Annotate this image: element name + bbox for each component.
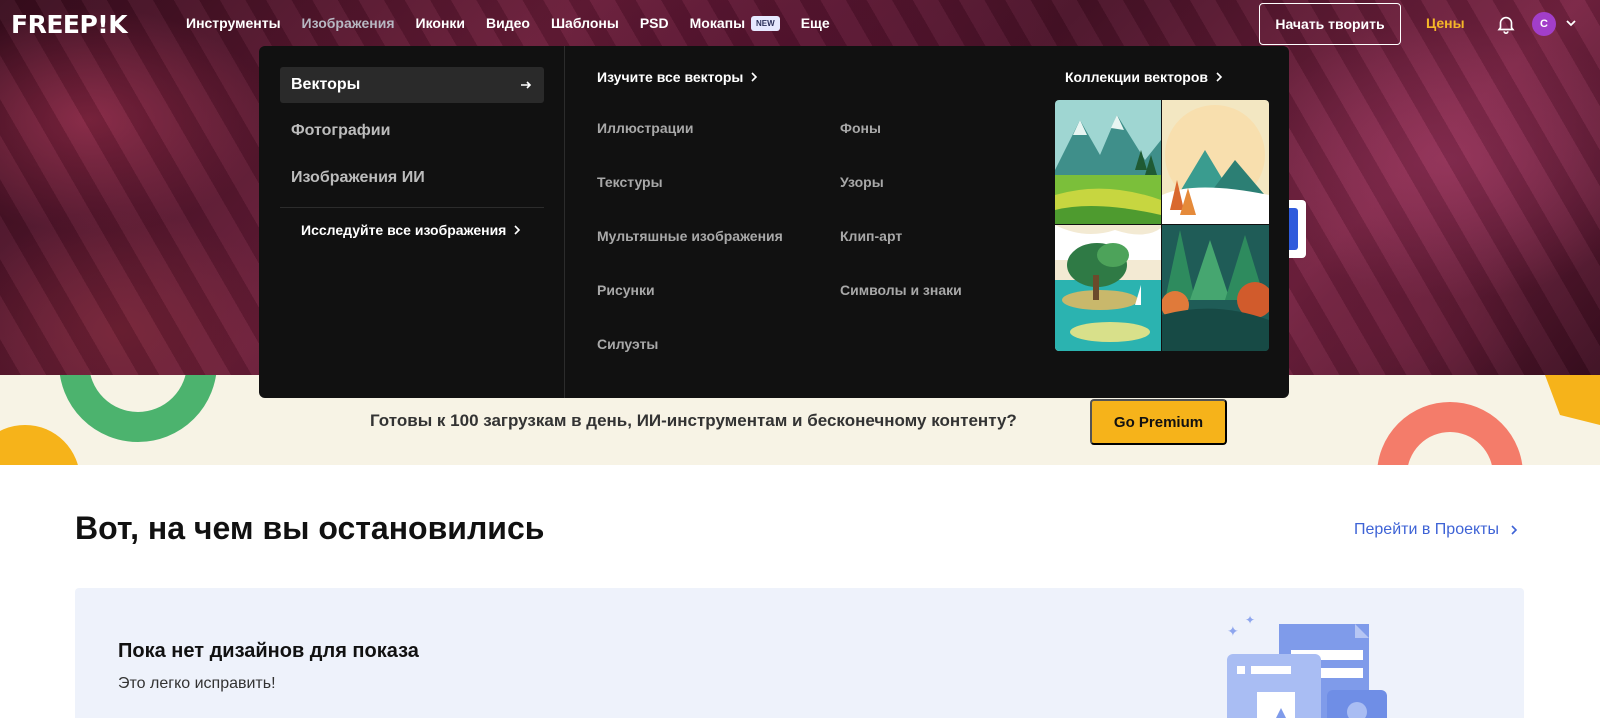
vector-collections-link[interactable]: Коллекции векторов	[1065, 69, 1224, 85]
nav-item-label: Изображения	[301, 15, 395, 31]
subcategory-drawings[interactable]: Рисунки	[597, 282, 655, 298]
subcategory-backgrounds[interactable]: Фоны	[840, 120, 881, 136]
svg-text:✦: ✦	[1227, 624, 1239, 640]
subcategory-clipart[interactable]: Клип-арт	[840, 228, 902, 244]
subcategory-symbols[interactable]: Символы и знаки	[840, 282, 962, 298]
nav-item-tools[interactable]: Инструменты	[186, 15, 281, 31]
nav-item-psd[interactable]: PSD	[640, 15, 669, 31]
nav-item-video[interactable]: Видео	[486, 15, 530, 31]
explore-all-images-link[interactable]: Исследуйте все изображения	[301, 222, 522, 238]
nav-item-label: Инструменты	[186, 15, 281, 31]
chevron-right-icon	[514, 225, 521, 235]
pricing-link[interactable]: Цены	[1426, 15, 1465, 31]
section-title: Вот, на чем вы остановились	[75, 510, 545, 546]
subcategory-patterns[interactable]: Узоры	[840, 174, 884, 190]
arrow-right-icon	[521, 81, 532, 89]
category-label: Векторы	[291, 76, 361, 93]
subcategory-cartoons[interactable]: Мультяшные изображения	[597, 228, 783, 244]
subcategory-illustrations[interactable]: Иллюстрации	[597, 120, 693, 136]
nav-item-label: PSD	[639, 15, 669, 31]
subcategory-silhouettes[interactable]: Силуэты	[597, 336, 658, 352]
nav-item-label: Иконки	[415, 15, 466, 31]
nav-item-more[interactable]: Еще	[801, 15, 830, 31]
category-list: Векторы Фотографии Изображения ИИ Исслед…	[259, 46, 565, 398]
vector-collection-thumbnail[interactable]	[1055, 100, 1269, 351]
nav-item-label: Видео	[486, 15, 530, 31]
category-label: Изображения ИИ	[291, 169, 425, 186]
chevron-right-icon	[1511, 525, 1518, 535]
start-creating-button[interactable]: Начать творить	[1259, 3, 1401, 45]
category-vectors[interactable]: Векторы	[280, 67, 544, 103]
nav-item-images[interactable]: Изображения	[302, 15, 395, 31]
link-label: Изучите все векторы	[597, 69, 744, 85]
link-label: Коллекции векторов	[1065, 69, 1209, 85]
empty-designs-card: Пока нет дизайнов для показа Это легко и…	[75, 588, 1524, 718]
chevron-right-icon	[1216, 72, 1223, 82]
nav-item-templates[interactable]: Шаблоны	[551, 15, 619, 31]
images-mega-menu: Векторы Фотографии Изображения ИИ Исслед…	[259, 46, 1289, 398]
avatar[interactable]: C	[1532, 12, 1556, 36]
empty-state-illustration: ✦ ✦	[1227, 613, 1387, 718]
link-label: Перейти в Проекты	[1354, 521, 1499, 538]
go-to-projects-link[interactable]: Перейти в Проекты	[1354, 521, 1519, 539]
svg-text:✦: ✦	[1245, 613, 1255, 627]
nav-item-label: Мокапы	[689, 15, 746, 31]
nav-item-icons[interactable]: Иконки	[416, 15, 466, 31]
subcategory-textures[interactable]: Текстуры	[597, 174, 663, 190]
nav-item-label: Еще	[800, 15, 830, 31]
go-premium-button[interactable]: Go Premium	[1090, 399, 1227, 445]
banner-text: Готовы к 100 загрузкам в день, ИИ-инстру…	[370, 411, 1017, 430]
link-label: Исследуйте все изображения	[301, 222, 507, 238]
divider	[280, 207, 544, 208]
top-navigation: FREEP!K Инструменты Изображения Иконки В…	[0, 0, 1600, 46]
nav-item-mockups[interactable]: Мокапы NEW	[690, 15, 780, 31]
category-ai-images[interactable]: Изображения ИИ	[280, 160, 544, 196]
main-nav: Инструменты Изображения Иконки Видео Шаб…	[186, 0, 851, 46]
new-badge: NEW	[751, 15, 780, 31]
chevron-right-icon	[751, 72, 758, 82]
empty-title: Пока нет дизайнов для показа	[118, 640, 419, 662]
study-all-vectors-link[interactable]: Изучите все векторы	[597, 69, 759, 85]
bell-icon[interactable]	[1495, 13, 1517, 35]
nav-item-label: Шаблоны	[550, 15, 619, 31]
chevron-down-icon[interactable]	[1564, 16, 1578, 30]
category-label: Фотографии	[291, 122, 391, 139]
freepik-logo[interactable]: FREEP!K	[11, 10, 128, 39]
category-photos[interactable]: Фотографии	[280, 113, 544, 149]
empty-subtitle: Это легко исправить!	[118, 675, 276, 692]
